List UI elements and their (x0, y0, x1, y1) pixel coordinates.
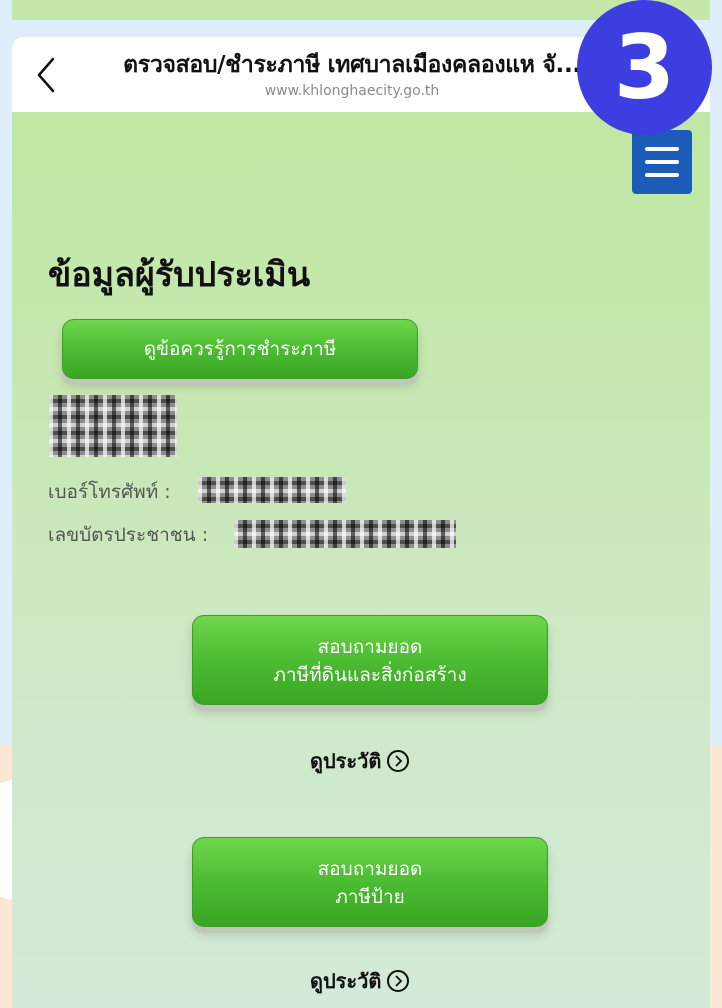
step-number-badge: 3 (577, 0, 712, 135)
assessee-info-heading: ข้อมูลผู้รับประเมิน (48, 255, 311, 295)
redacted-name (49, 395, 177, 457)
menu-icon (645, 147, 679, 151)
land-tax-history-label: ดูประวัติ (310, 749, 382, 773)
sign-tax-line2: ภาษีป้าย (335, 886, 405, 908)
chevron-right-circle-icon (387, 970, 410, 992)
sign-tax-history-link[interactable]: ดูประวัติ (310, 965, 410, 997)
redacted-id-number (234, 520, 456, 548)
land-tax-line1: สอบถามยอด (317, 636, 423, 658)
page-url: www.khlonghaecity.go.th (264, 83, 440, 99)
phone-screen: ตรวจสอบ/ชำระภาษี เทศบาลเมืองคลองแห จั...… (12, 37, 710, 1008)
menu-button[interactable] (632, 130, 692, 194)
id-card-label: เลขบัตรประชาชน : (48, 524, 209, 546)
sign-tax-line1: สอบถามยอด (317, 858, 423, 880)
land-tax-line2: ภาษีที่ดินและสิ่งก่อสร้าง (273, 664, 467, 686)
phone-label: เบอร์โทรศัพท์ : (48, 481, 171, 503)
back-chevron-icon (37, 57, 55, 93)
chevron-right-circle-icon (387, 750, 410, 772)
sign-tax-history-label: ดูประวัติ (310, 969, 382, 993)
land-tax-history-link[interactable]: ดูประวัติ (310, 745, 410, 777)
sign-tax-inquiry-button[interactable]: สอบถามยอด ภาษีป้าย (192, 837, 548, 927)
tax-knowledge-label: ดูข้อควรรู้การชำระภาษี (143, 338, 337, 360)
page-title: ตรวจสอบ/ชำระภาษี เทศบาลเมืองคลองแห จั... (123, 52, 581, 78)
redacted-phone-number (198, 477, 346, 503)
tax-knowledge-button[interactable]: ดูข้อควรรู้การชำระภาษี (62, 319, 418, 379)
back-button[interactable] (24, 45, 68, 105)
land-tax-inquiry-button[interactable]: สอบถามยอด ภาษีที่ดินและสิ่งก่อสร้าง (192, 615, 548, 705)
